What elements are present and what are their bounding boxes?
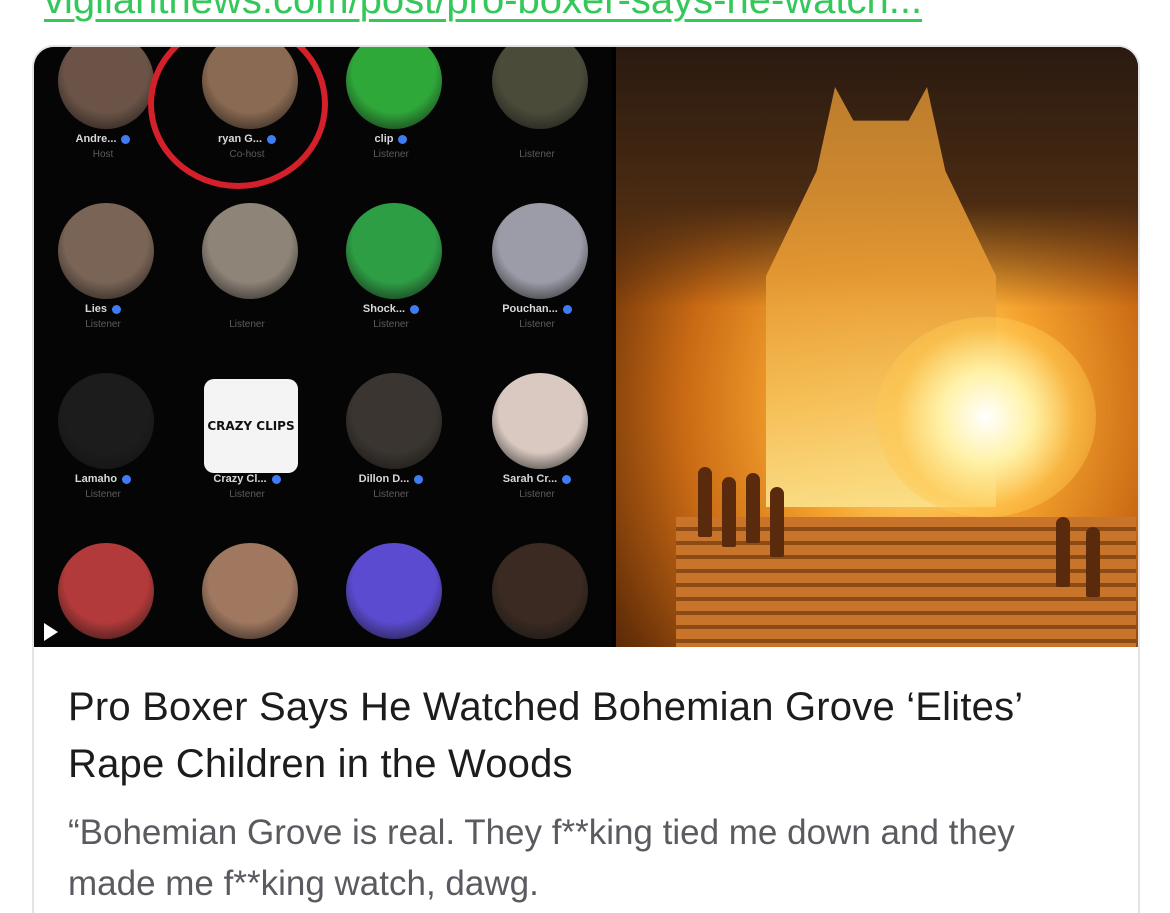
verified-icon [112, 304, 121, 314]
speaker-tile: Andre... Host [48, 47, 158, 163]
robed-figure [1056, 517, 1070, 587]
robed-figure [722, 477, 736, 547]
speaker-tile: Lies Listener [48, 203, 158, 333]
speaker-avatar [58, 47, 154, 129]
robed-figure [746, 473, 760, 543]
speaker-role: Host [92, 149, 114, 160]
robed-figure [698, 467, 712, 537]
robed-figure [770, 487, 784, 557]
highlight-circle [148, 47, 328, 189]
preview-image: Sarah Cr... Listener Dillon D... Listener CR… [34, 47, 1138, 647]
speaker-tile: Shock... Listener [336, 203, 446, 333]
verified-icon [562, 474, 572, 484]
speaker-role: Listener [373, 489, 409, 500]
speaker-tile: Lamaho Listener [48, 373, 158, 503]
ceremony-fire-image [616, 47, 1138, 647]
speaker-name: Crazy Cl... [192, 473, 302, 485]
speaker-avatar [492, 543, 588, 639]
speaker-name: Sarah Cr... [482, 473, 592, 485]
link-preview-card[interactable]: Sarah Cr... Listener Dillon D... Listener CR… [32, 45, 1140, 913]
speaker-name: clip [336, 133, 446, 145]
speaker-role: Listener [519, 489, 555, 500]
speaker-role: Listener [373, 319, 409, 330]
speaker-tile: CRAZY CLIPS Crazy Cl... Listener [192, 373, 302, 503]
speaker-tile: Listener [482, 47, 592, 163]
speaker-avatar [202, 203, 298, 299]
speaker-name: Shock... [336, 303, 446, 315]
speaker-avatar [346, 203, 442, 299]
speaker-avatar [492, 373, 588, 469]
speaker-role: Listener [519, 149, 555, 160]
verified-icon [271, 474, 281, 484]
article-title: Pro Boxer Says He Watched Bohemian Grove… [68, 685, 1022, 786]
speaker-role: Listener [85, 319, 121, 330]
speaker-name: Dillon D... [336, 473, 446, 485]
speaker-tile [482, 543, 592, 647]
speaker-name: Andre... [48, 133, 158, 145]
speaker-name: Lamaho [48, 473, 158, 485]
speaker-avatar [346, 543, 442, 639]
fire-glow [876, 317, 1096, 517]
speaker-avatar [346, 47, 442, 129]
speaker-name: Pouchan... [482, 303, 592, 315]
spaces-grid-image: Sarah Cr... Listener Dillon D... Listener CR… [34, 47, 612, 647]
speaker-tile [336, 543, 446, 647]
verified-icon [398, 134, 408, 144]
speaker-tile: Pouchan... Listener [482, 203, 592, 333]
speaker-role: Listener [229, 489, 265, 500]
speaker-tile [192, 543, 302, 647]
speaker-role: Listener [85, 489, 121, 500]
verified-icon [562, 304, 572, 314]
robed-figure [1086, 527, 1100, 597]
speaker-tile: Dillon D... Listener [336, 373, 446, 503]
verified-icon [121, 134, 131, 144]
speaker-role: Listener [519, 319, 555, 330]
play-icon [44, 623, 58, 641]
speaker-role: Listener [229, 319, 265, 330]
link-preview-screen: vigilantnews.com/post/pro-boxer-says-he-… [0, 0, 1170, 913]
verified-icon [414, 474, 424, 484]
article-description: “Bohemian Grove is real. They f**king ti… [68, 813, 1015, 903]
speaker-avatar [202, 543, 298, 639]
speaker-tile: clip Listener [336, 47, 446, 163]
link-url[interactable]: vigilantnews.com/post/pro-boxer-says-he-… [44, 0, 922, 22]
speaker-role: Listener [373, 149, 409, 160]
verified-icon [410, 304, 420, 314]
speaker-tile: Sarah Cr... Listener [482, 373, 592, 503]
speaker-name: Lies [48, 303, 158, 315]
clips-logo-text: CRAZY CLIPS [207, 419, 295, 433]
speaker-avatar [492, 47, 588, 129]
speaker-avatar [58, 543, 154, 639]
verified-icon [122, 474, 132, 484]
speaker-avatar: CRAZY CLIPS [204, 379, 298, 473]
speaker-avatar [58, 203, 154, 299]
speaker-avatar [492, 203, 588, 299]
speaker-avatar [346, 373, 442, 469]
speaker-avatar [58, 373, 154, 469]
speaker-tile [48, 543, 158, 647]
speaker-tile: Listener [192, 203, 302, 333]
